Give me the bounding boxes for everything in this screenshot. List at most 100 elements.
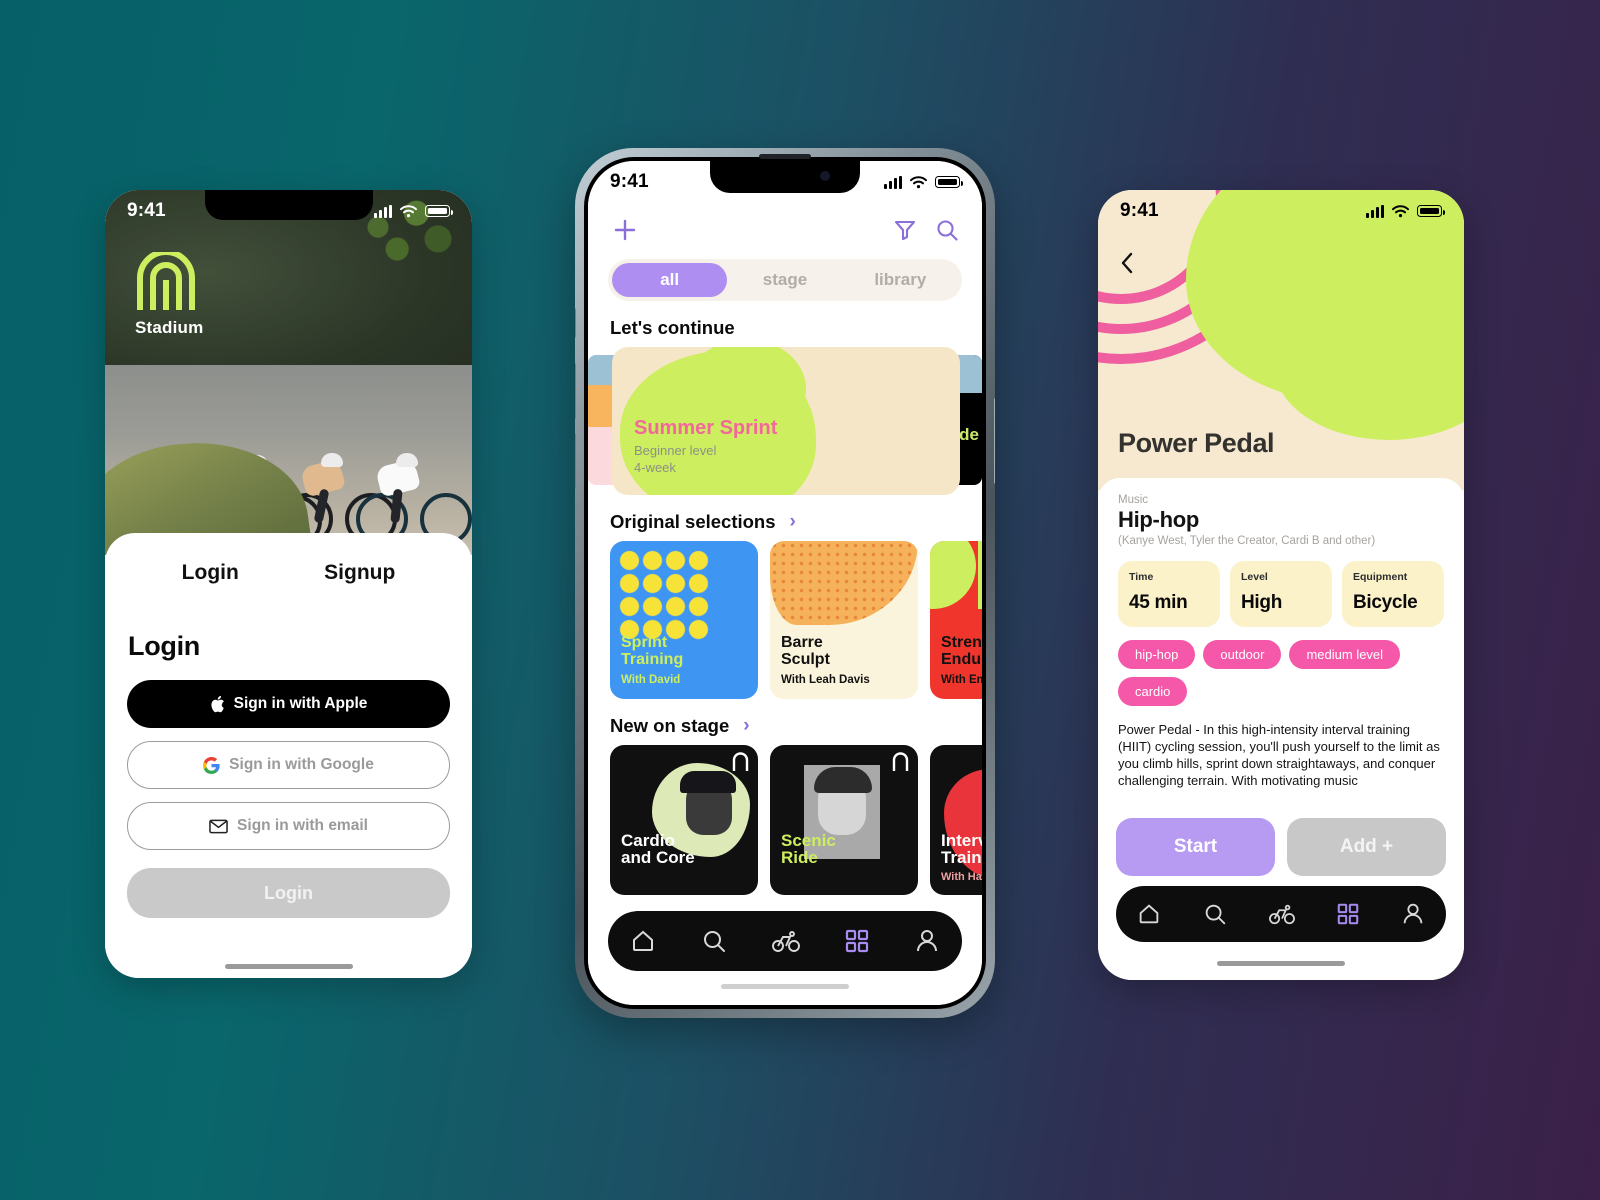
tab-signup[interactable]: Signup	[324, 561, 395, 585]
home-indicator	[721, 984, 849, 989]
brand-name: Stadium	[135, 318, 204, 337]
stat-value: High	[1241, 592, 1283, 613]
stage-badge-icon	[892, 752, 909, 776]
sign-in-google-button[interactable]: Sign in with Google	[127, 741, 450, 789]
continue-carousel[interactable]: de Summer Sprint Beginner level 4-week	[588, 347, 982, 495]
sign-in-email-label: Sign in with email	[237, 817, 368, 834]
grid-icon[interactable]	[1336, 902, 1360, 926]
stage-card-interval-training[interactable]: Interval Training With Hannah	[930, 745, 982, 895]
person-icon[interactable]	[1400, 901, 1426, 927]
phone-notch	[710, 154, 860, 193]
section-title-continue: Let's continue	[610, 317, 982, 339]
google-icon	[203, 756, 220, 774]
halftone-decoration	[770, 541, 918, 625]
phone-login: Stadium 9:41 Login Signup Login Sign in …	[105, 190, 472, 978]
original-card-sprint-training[interactable]: Sprint Training With David	[610, 541, 758, 699]
phone-workout-detail: Power Pedal Music Hip-hop (Kanye West, T…	[1098, 190, 1464, 980]
dot-pattern-decoration	[618, 549, 710, 641]
original-card-barre-sculpt[interactable]: Barre Sculpt With Leah Davis	[770, 541, 918, 699]
stat-time: Time 45 min	[1118, 561, 1220, 627]
discover-content: all stage library Let's continue de Summ…	[588, 161, 982, 1005]
plus-icon[interactable]	[612, 217, 638, 243]
bike-icon[interactable]	[771, 927, 801, 955]
original-card-strength-endurance[interactable]: Strength Endurance With Emma	[930, 541, 982, 699]
login-submit-button[interactable]: Login	[127, 868, 450, 918]
card-title: Strength Endurance	[941, 634, 982, 669]
segment-library[interactable]: library	[843, 263, 958, 297]
person-icon[interactable]	[913, 927, 941, 955]
home-indicator	[224, 964, 353, 969]
stat-key: Time	[1129, 571, 1154, 583]
chevron-right-icon[interactable]: ›	[790, 511, 796, 533]
peek-right-text: de	[959, 425, 979, 444]
auth-tabs: Login Signup	[127, 561, 450, 585]
page-title: Power Pedal	[1118, 428, 1275, 458]
search-icon[interactable]	[700, 927, 728, 955]
music-artists: (Kanye West, Tyler the Creator, Cardi B …	[1118, 535, 1376, 547]
phone1-screen: Stadium 9:41 Login Signup Login Sign in …	[105, 190, 472, 978]
section-title-new-on-stage: New on stage ›	[610, 715, 982, 737]
card-subtitle: With Emma	[941, 674, 982, 686]
sign-in-email-button[interactable]: Sign in with email	[127, 802, 450, 850]
sign-in-google-label: Sign in with Google	[229, 756, 374, 773]
filter-icon[interactable]	[894, 219, 916, 241]
phone-notch	[204, 190, 373, 220]
section-title-originals: Original selections ›	[610, 511, 982, 533]
card-subtitle: With David	[621, 674, 681, 686]
section-label: Let's continue	[610, 317, 735, 338]
add-button[interactable]: Add +	[1287, 818, 1446, 876]
workout-description: Power Pedal - In this high-intensity int…	[1118, 722, 1440, 789]
bike-icon[interactable]	[1268, 901, 1296, 927]
arc-decoration	[930, 541, 982, 627]
continue-card-duration: 4-week	[634, 460, 676, 476]
grid-icon[interactable]	[844, 928, 870, 954]
stat-level: Level High	[1230, 561, 1332, 627]
stage-card-cardio-and-core[interactable]: Cardio and Core	[610, 745, 758, 895]
tab-login[interactable]: Login	[182, 561, 239, 585]
envelope-icon	[209, 819, 228, 833]
section-label: New on stage	[610, 715, 730, 736]
sign-in-apple-label: Sign in with Apple	[233, 695, 368, 712]
page-title: Login	[128, 631, 200, 661]
card-subtitle: With Leah Davis	[781, 674, 870, 686]
music-label: Music	[1118, 494, 1149, 506]
login-sheet: Login Signup Login Sign in with Apple Si…	[105, 533, 472, 978]
home-icon[interactable]	[629, 927, 657, 955]
stat-value: Bicycle	[1353, 592, 1418, 613]
bottom-nav-bar	[608, 911, 962, 971]
home-icon[interactable]	[1136, 901, 1162, 927]
new-on-stage-carousel[interactable]: Cardio and Core Scenic Ride Interval Tra…	[588, 745, 982, 895]
segment-all[interactable]: all	[612, 263, 728, 297]
card-title: Interval Training	[941, 830, 982, 868]
top-toolbar	[588, 209, 982, 243]
stage-badge-icon	[732, 752, 749, 776]
sign-in-apple-button[interactable]: Sign in with Apple	[127, 680, 450, 728]
volume-down-button[interactable]	[575, 433, 576, 489]
tag-medium-level[interactable]: medium level	[1289, 640, 1401, 669]
power-button[interactable]	[994, 398, 995, 484]
bottom-nav-bar	[1116, 886, 1446, 942]
search-icon[interactable]	[936, 219, 958, 241]
tag-list: hip-hop outdoor medium level cardio	[1118, 640, 1444, 706]
continue-card-level: Beginner level	[634, 442, 717, 458]
tag-hip-hop[interactable]: hip-hop	[1118, 640, 1196, 669]
volume-up-button[interactable]	[575, 363, 576, 419]
chevron-left-icon[interactable]	[1120, 252, 1134, 274]
continue-card[interactable]: Summer Sprint Beginner level 4-week	[612, 347, 960, 495]
card-title: Sprint Training	[621, 634, 684, 669]
originals-carousel[interactable]: Sprint Training With David Barre Sculpt …	[588, 541, 982, 699]
hero-photo-cyclists	[105, 190, 472, 555]
stage-card-scenic-ride[interactable]: Scenic Ride	[770, 745, 918, 895]
search-icon[interactable]	[1202, 901, 1228, 927]
tag-outdoor[interactable]: outdoor	[1203, 640, 1282, 669]
phone3-screen: Power Pedal Music Hip-hop (Kanye West, T…	[1098, 190, 1464, 980]
card-title: Cardio and Core	[621, 830, 695, 868]
tag-cardio[interactable]: cardio	[1118, 677, 1188, 706]
stat-equipment: Equipment Bicycle	[1342, 561, 1444, 627]
stat-key: Level	[1241, 571, 1268, 583]
segment-stage[interactable]: stage	[727, 263, 842, 297]
phone-discover: all stage library Let's continue de Summ…	[575, 148, 995, 1018]
start-button[interactable]: Start	[1116, 818, 1275, 876]
chevron-right-icon[interactable]: ›	[743, 715, 749, 737]
mute-switch[interactable]	[575, 308, 576, 338]
